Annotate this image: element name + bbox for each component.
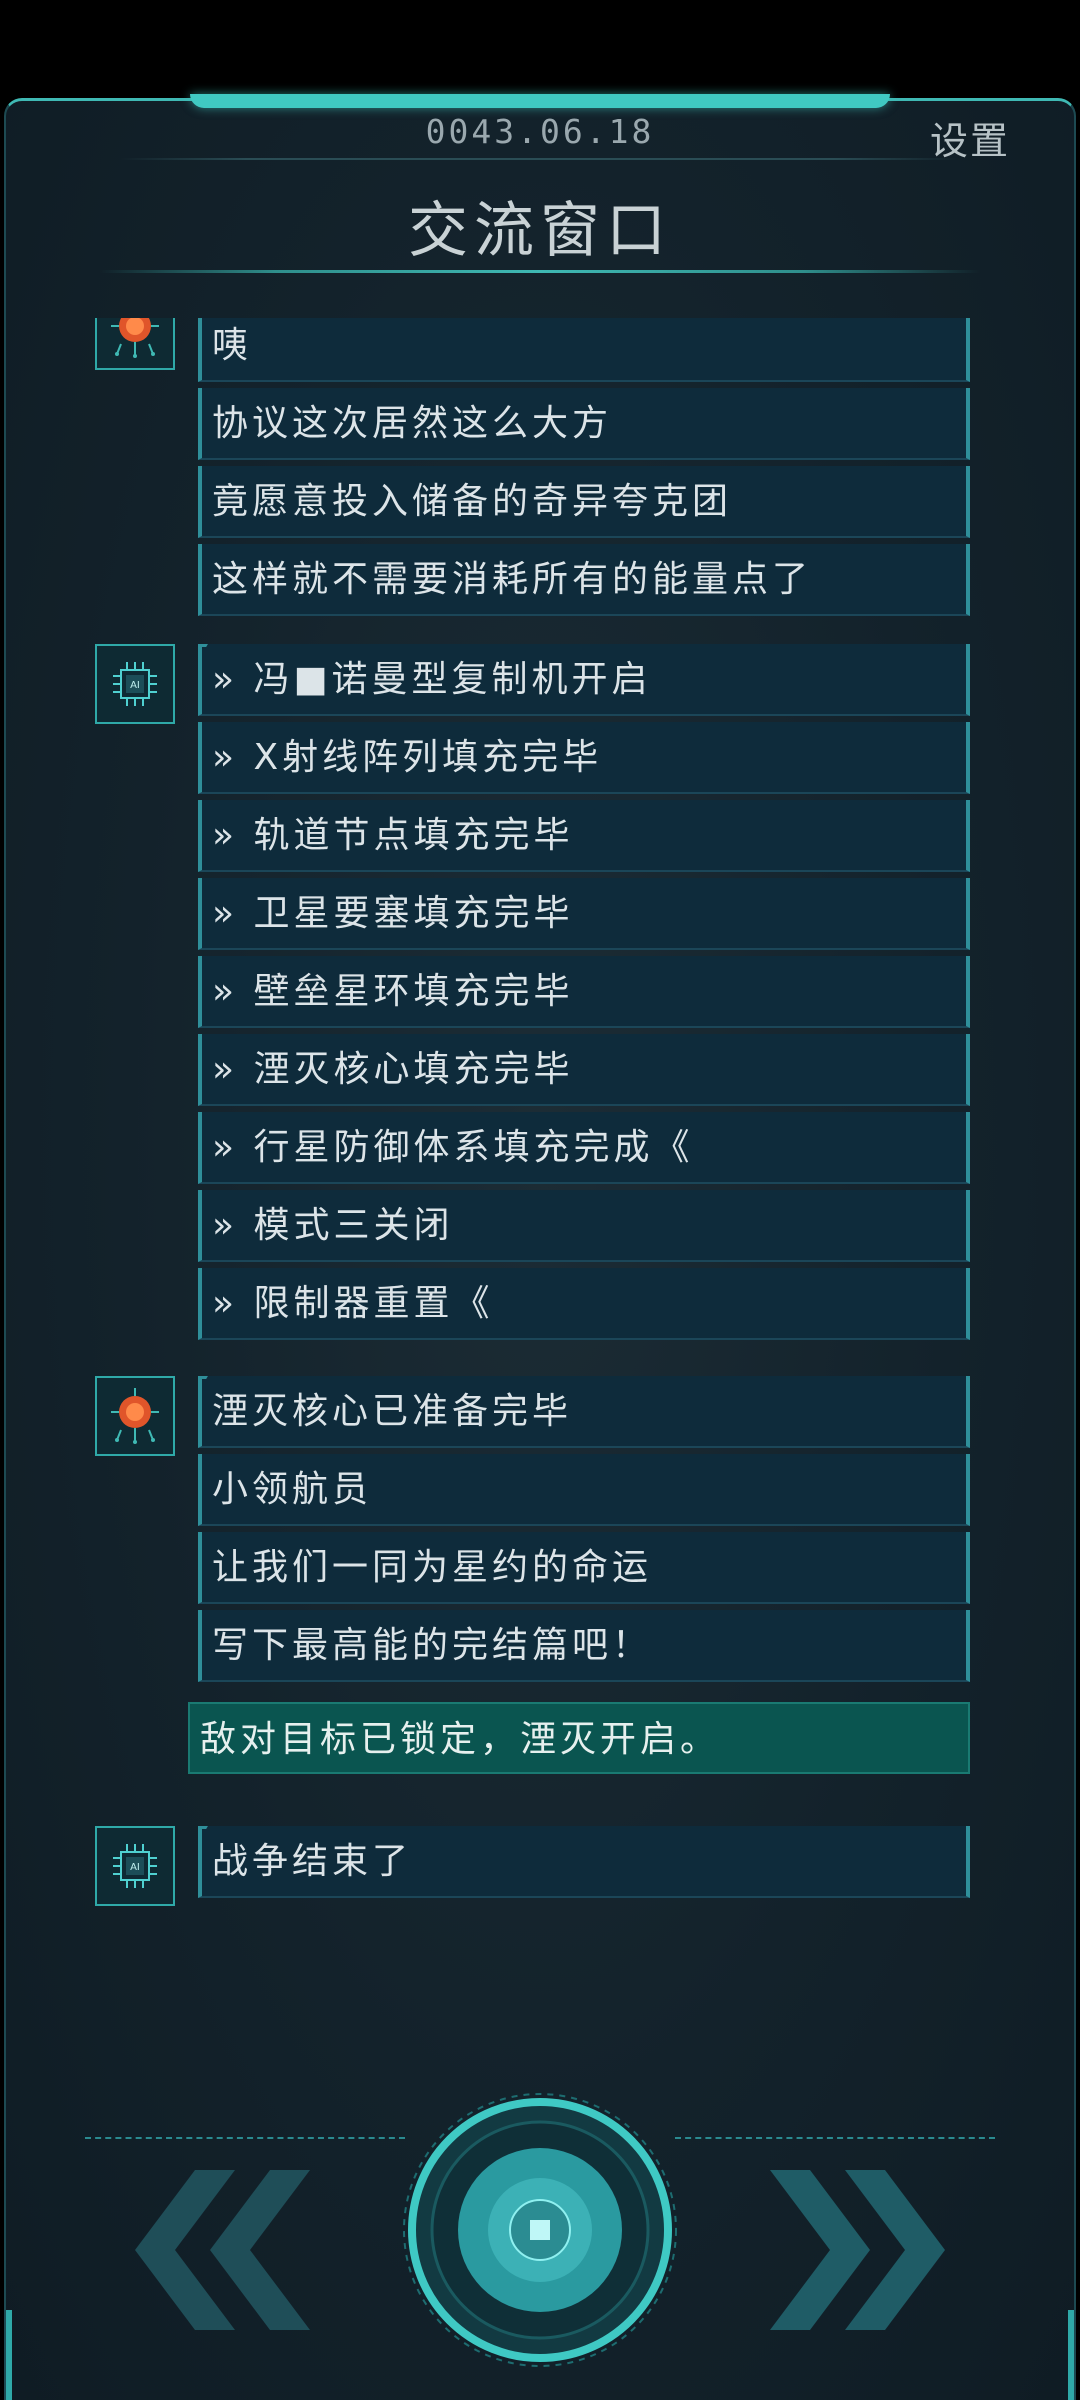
panel-corner-left bbox=[6, 2310, 12, 2400]
message-bubble: 写下最高能的完结篇吧！ bbox=[198, 1610, 970, 1682]
date-divider bbox=[120, 158, 960, 160]
svg-text:AI: AI bbox=[130, 1862, 140, 1873]
message-bubble: 这样就不需要消耗所有的能量点了 bbox=[198, 544, 970, 616]
settings-button[interactable]: 设置 bbox=[930, 110, 1010, 165]
message-bubble: 让我们一同为星约的命运 bbox=[198, 1532, 970, 1604]
screen: 0043.06.18 设置 交流窗口 咦 协议这次居然这么大方 竟愿意投入储备的… bbox=[0, 0, 1080, 2400]
message-bubble: » 湮灭核心填充完毕 bbox=[198, 1034, 970, 1106]
message-bubble: » 限制器重置《 bbox=[198, 1268, 970, 1340]
ai-chip-avatar-icon: AI bbox=[95, 1826, 175, 1906]
panel-corner-right bbox=[1068, 2310, 1074, 2400]
message-bubble: 小领航员 bbox=[198, 1454, 970, 1526]
ai-chip-avatar-icon: AI bbox=[95, 644, 175, 724]
chat-log[interactable]: 咦 协议这次居然这么大方 竟愿意投入储备的奇异夸克团 这样就不需要消耗所有的能量… bbox=[0, 318, 1080, 1938]
svg-text:AI: AI bbox=[130, 680, 140, 691]
center-core-button-icon[interactable] bbox=[400, 2090, 680, 2370]
control-divider-left bbox=[85, 2137, 405, 2139]
message-bubble: 湮灭核心已准备完毕 bbox=[198, 1376, 970, 1448]
top-glow-tab bbox=[190, 94, 890, 108]
message-bubble: » 卫星要塞填充完毕 bbox=[198, 878, 970, 950]
message-bubble: » 冯■诺曼型复制机开启 bbox=[198, 644, 970, 716]
date-label: 0043.06.18 bbox=[425, 112, 655, 151]
message-bubble: » 行星防御体系填充完成《 bbox=[198, 1112, 970, 1184]
orange-core-avatar-icon bbox=[95, 318, 175, 370]
message-bubble: » 壁垒星环填充完毕 bbox=[198, 956, 970, 1028]
orange-core-avatar-icon bbox=[95, 1376, 175, 1456]
message-bubble: » 模式三关闭 bbox=[198, 1190, 970, 1262]
double-chevron-left-icon[interactable] bbox=[100, 2170, 320, 2330]
highlight-message: 敌对目标已锁定，湮灭开启。 bbox=[188, 1702, 970, 1774]
message-bubble: 协议这次居然这么大方 bbox=[198, 388, 970, 460]
message-bubble: » X射线阵列填充完毕 bbox=[198, 722, 970, 794]
message-bubble: » 轨道节点填充完毕 bbox=[198, 800, 970, 872]
control-divider-right bbox=[675, 2137, 995, 2139]
page-title: 交流窗口 bbox=[408, 196, 672, 266]
double-chevron-right-icon[interactable] bbox=[760, 2170, 980, 2330]
message-bubble: 竟愿意投入储备的奇异夸克团 bbox=[198, 466, 970, 538]
title-divider bbox=[100, 270, 980, 273]
message-bubble: 战争结束了 bbox=[198, 1826, 970, 1898]
message-bubble: 咦 bbox=[198, 318, 970, 382]
